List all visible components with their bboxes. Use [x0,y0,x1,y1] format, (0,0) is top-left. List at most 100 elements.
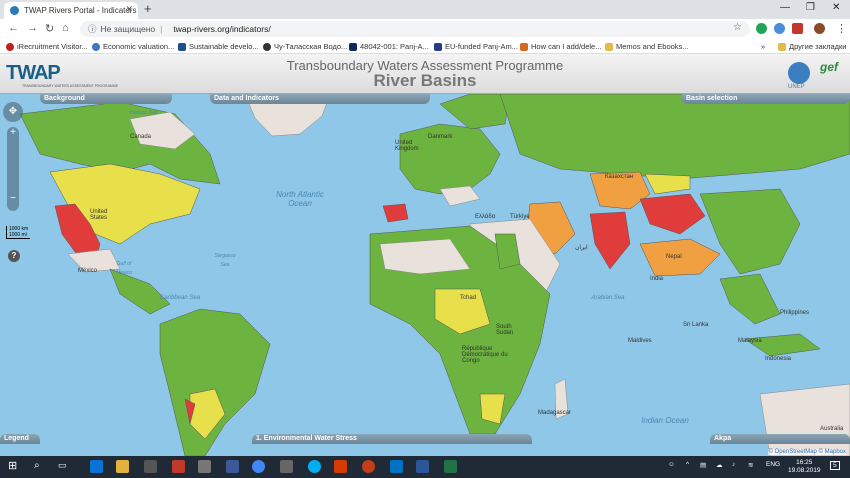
bookmark-item[interactable]: Memos and Ebooks... [605,42,689,51]
country-label: Tchad [460,295,477,301]
akpa-panel-tab[interactable]: Akpa [710,434,850,444]
country-label: Madagascar [538,410,572,416]
country-label: Canada [130,134,152,140]
basin-selection-panel-tab[interactable]: Basin selection [682,94,850,104]
wifi-icon[interactable]: ≋ [748,461,753,469]
basin-east-asia [699,188,801,275]
word-icon[interactable] [416,460,429,473]
world-map[interactable]: Background Data and Indicators Basin sel… [0,94,850,456]
skype-icon[interactable] [308,460,321,473]
bookmark-item[interactable]: 48042-001: Panj-A... [349,42,429,51]
tray-chevron-icon[interactable]: ^ [686,461,689,468]
photos-icon[interactable] [280,460,293,473]
folder-icon [778,42,786,51]
search-icon[interactable]: ⌕ [34,460,47,473]
bookmark-favicon-icon [6,42,14,51]
browser-tab[interactable]: TWAP Rivers Portal - Indicators a ✕ [4,2,138,19]
zoom-out-icon[interactable]: − [7,193,19,205]
bookmark-item[interactable]: Economic valuation... [92,42,174,51]
extension-icon[interactable] [774,23,785,34]
task-view-icon[interactable]: ▭ [58,460,71,473]
country-label: Indonesia [765,356,792,362]
country-label: Türkiye [510,214,530,220]
new-tab-button[interactable]: + [144,1,152,16]
bookmark-item[interactable]: How can I add/dele... [520,42,601,51]
pan-control-icon[interactable]: ✥ [3,102,23,122]
pocket-extension-icon[interactable] [792,23,803,34]
data-indicators-panel-tab[interactable]: Data and Indicators [210,94,430,104]
country-label: Malaysia [738,338,762,344]
store-icon[interactable] [144,460,157,473]
legend-panel-tab[interactable]: Legend [0,434,40,444]
home-icon[interactable]: ⌂ [62,22,69,34]
profile-avatar[interactable] [814,23,825,34]
bookmark-item[interactable]: Чу-Таласская Водо... [263,42,347,51]
speaker-icon[interactable]: ♪ [732,461,735,468]
more-bookmarks-button[interactable]: » [761,42,765,51]
country-label: Maldives [628,338,652,344]
country-label: Philippines [780,310,810,316]
network-icon[interactable]: ▤ [700,461,706,469]
help-button[interactable]: ? [8,250,20,262]
file-explorer-icon[interactable] [116,460,129,473]
menu-icon[interactable]: ⋮ [836,22,847,35]
maximize-icon[interactable]: ❐ [806,2,815,13]
facebook-icon[interactable] [226,460,239,473]
outlook-icon[interactable] [390,460,403,473]
zoom-slider[interactable]: + − [7,127,19,211]
mapbox-attribution-link[interactable]: © Mapbox [819,449,846,455]
url-text: twap-rivers.org/indicators/ [173,24,271,34]
bookmark-star-icon[interactable]: ☆ [733,22,742,33]
close-tab-icon[interactable]: ✕ [125,4,133,15]
tab-title: TWAP Rivers Portal - Indicators a [24,6,138,15]
basin-tarim [639,193,706,235]
bookmark-item[interactable]: EU-funded Panj-Am... [434,42,518,51]
bookmarks-bar: iRecruitment Visitor... Economic valuati… [0,39,850,54]
address-bar[interactable]: ⓘ Не защищено | twap-rivers.org/indicato… [80,21,750,37]
excel-icon[interactable] [444,460,457,473]
back-icon[interactable]: ← [8,22,19,34]
language-indicator[interactable]: ENG [766,461,780,468]
bookmark-favicon-icon [520,42,528,51]
bookmark-item[interactable]: Sustainable develo... [178,42,259,51]
mail-icon[interactable] [198,460,211,473]
unep-label: UNEP [788,84,805,90]
gift-icon[interactable] [172,460,185,473]
osm-attribution-link[interactable]: © OpenStreetMap [768,449,816,455]
basin-scandinavia [439,94,511,130]
bookmark-item[interactable]: iRecruitment Visitor... [6,42,88,51]
windows-start-icon[interactable]: ⊞ [8,460,21,473]
edge-icon[interactable] [90,460,103,473]
security-label: Не защищено [100,24,156,34]
indicator-panel-tab[interactable]: 1. Environmental Water Stress [252,434,532,444]
office-icon[interactable] [334,460,347,473]
other-bookmarks[interactable]: Другие закладки [778,42,846,51]
zoom-in-icon[interactable]: + [7,127,19,139]
country-label: United States [90,209,108,221]
chrome-icon[interactable] [252,460,265,473]
unep-logo-icon[interactable] [788,62,810,84]
forward-icon[interactable]: → [27,22,38,34]
sea-label: Gulf of Mexico [116,261,132,276]
gef-logo[interactable]: gef [820,60,838,74]
reload-icon[interactable]: ↻ [45,22,54,35]
close-window-icon[interactable]: ✕ [832,2,840,13]
clock[interactable]: 16:25 19.08.2019 [788,459,821,475]
country-label: Sri Lanka [683,322,709,328]
minimize-icon[interactable]: — [780,2,790,13]
folder-icon [605,42,613,51]
country-label: République Démocratique du Congo [462,346,508,364]
balkans-land [439,185,481,207]
bookmark-favicon-icon [92,42,100,51]
onedrive-icon[interactable]: ☁ [716,461,723,469]
address-toolbar: ← → ↻ ⌂ ⓘ Не защищено | twap-rivers.org/… [0,19,850,39]
info-icon[interactable]: ⓘ [88,23,97,35]
country-label: Nepal [666,254,682,260]
notifications-icon[interactable]: 5 [830,461,840,470]
powerpoint-icon[interactable] [362,460,375,473]
site-favicon-icon [10,6,19,15]
background-panel-tab[interactable]: Background [40,94,172,104]
sea-label: Hudson Bay [130,110,158,116]
people-icon[interactable]: ☺ [668,461,675,468]
grammarly-extension-icon[interactable] [756,23,767,34]
